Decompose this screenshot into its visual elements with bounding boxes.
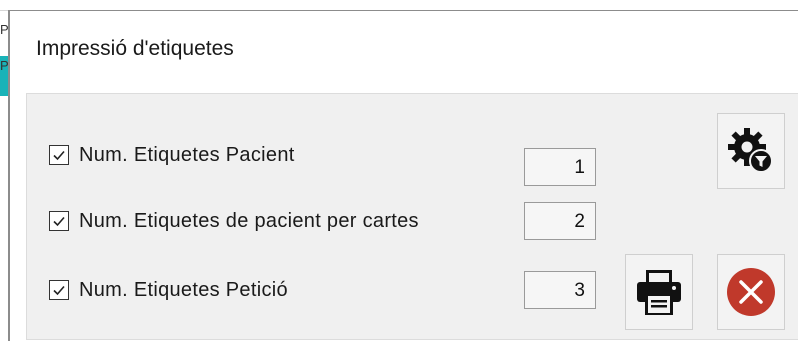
request-labels-checkbox[interactable] bbox=[49, 280, 69, 300]
patient-labels-label: Num. Etiquetes Pacient bbox=[79, 143, 295, 166]
check-icon bbox=[53, 150, 65, 161]
patient-card-labels-label: Num. Etiquetes de pacient per cartes bbox=[79, 209, 419, 232]
request-labels-count-input[interactable]: 3 bbox=[524, 271, 596, 309]
background-fragment-1: Pr bbox=[0, 22, 8, 37]
patient-labels-count-input[interactable]: 1 bbox=[524, 148, 596, 186]
request-labels-label: Num. Etiquetes Petició bbox=[79, 278, 288, 301]
check-icon bbox=[53, 216, 65, 227]
close-circle-icon bbox=[727, 268, 775, 316]
row-patient-card-labels: Num. Etiquetes de pacient per cartes bbox=[49, 206, 419, 236]
patient-card-labels-checkbox[interactable] bbox=[49, 211, 69, 231]
gear-filter-icon bbox=[728, 128, 773, 173]
patient-card-labels-count-input[interactable]: 2 bbox=[524, 202, 596, 240]
check-icon bbox=[53, 285, 65, 296]
options-panel: Num. Etiquetes Pacient 1 Num. Etiquetes … bbox=[26, 93, 798, 340]
row-request-labels: Num. Etiquetes Petició bbox=[49, 275, 288, 305]
print-button[interactable] bbox=[625, 254, 693, 330]
patient-labels-checkbox[interactable] bbox=[49, 145, 69, 165]
background-fragment-2: Pr bbox=[0, 58, 8, 73]
printer-icon bbox=[637, 270, 681, 315]
settings-button[interactable] bbox=[717, 113, 785, 189]
dialog-title: Impressió d'etiquetes bbox=[36, 37, 234, 60]
row-patient-labels: Num. Etiquetes Pacient bbox=[49, 140, 295, 170]
label-print-dialog: Impressió d'etiquetes Num. Etiquetes Pac… bbox=[8, 10, 798, 341]
close-button[interactable] bbox=[717, 254, 785, 330]
